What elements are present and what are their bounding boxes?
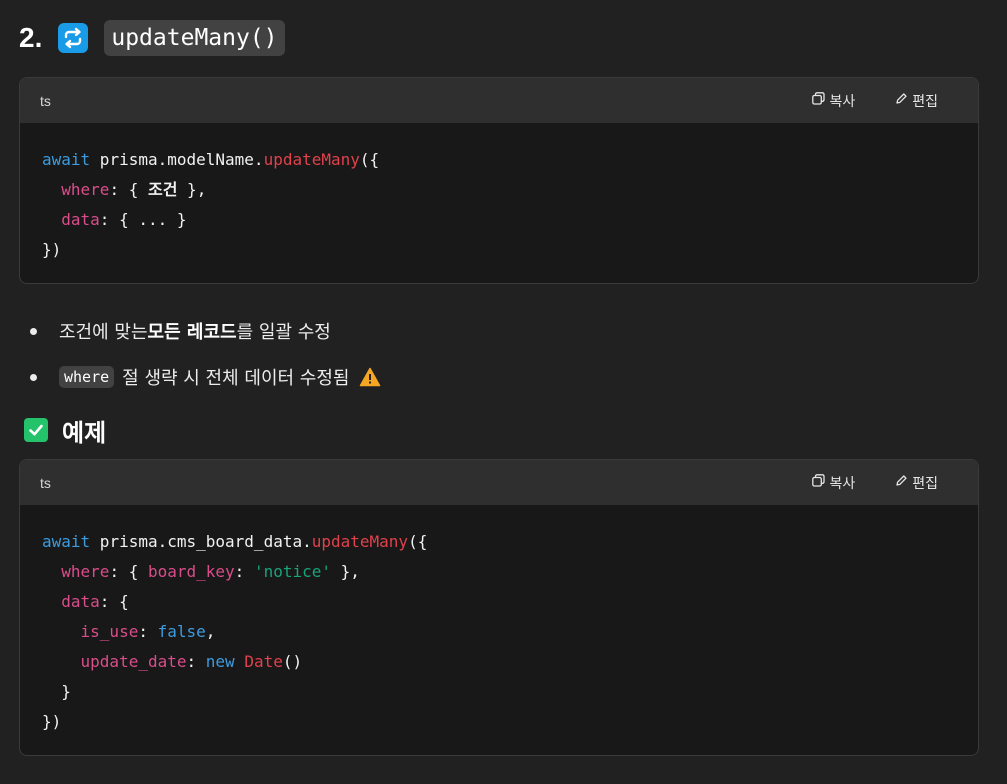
code-line: where: { 조건 }, (61, 180, 207, 199)
code-line: }) (42, 240, 62, 259)
edit-button[interactable]: 편집 (895, 91, 938, 111)
bullet-list: 조건에 맞는 모든 레코드 를 일괄 수정 where 절 생략 시 전체 데이터… (30, 308, 381, 400)
code-block-header: ts 복사 편집 (20, 460, 978, 505)
pencil-icon (895, 474, 908, 491)
code-block-header: ts 복사 편집 (20, 78, 978, 123)
code-block-example: ts 복사 편집 await prisma.cms_board_data.upd… (19, 459, 979, 756)
pencil-icon (895, 92, 908, 109)
copy-label: 복사 (829, 475, 856, 492)
code-line: where: { board_key: 'notice' }, (61, 562, 360, 581)
code-line: await prisma.modelName.updateMany({ (42, 150, 380, 169)
list-item: where 절 생략 시 전체 데이터 수정됨 (30, 354, 381, 400)
code-line: data: { ... } (61, 210, 187, 229)
inline-code: where (59, 366, 115, 388)
code-language-label: ts (40, 92, 51, 109)
repeat-arrows-icon (58, 23, 89, 53)
check-mark-icon (24, 418, 48, 442)
bullet-dot (30, 327, 37, 335)
code-line: } (42, 682, 71, 701)
edit-label: 편집 (912, 475, 938, 492)
code-line: }) (42, 712, 62, 731)
code-line: update_date: new Date() (80, 652, 303, 671)
section-heading: 2. updateMany() (19, 18, 285, 58)
copy-icon (812, 92, 826, 109)
code-content: await prisma.modelName.updateMany({ wher… (20, 123, 978, 265)
code-line: await prisma.cms_board_data.updateMany({ (42, 532, 428, 551)
section-number: 2. (19, 22, 43, 53)
warning-icon (359, 367, 381, 387)
bullet-dot (30, 373, 37, 381)
copy-label: 복사 (829, 93, 856, 110)
copy-icon (812, 474, 826, 491)
code-language-label: ts (40, 474, 51, 491)
edit-label: 편집 (912, 93, 938, 110)
code-line: data: { (61, 592, 129, 611)
copy-button[interactable]: 복사 (812, 473, 855, 493)
copy-button[interactable]: 복사 (812, 91, 855, 111)
example-heading: 예제 (24, 414, 107, 447)
code-content: await prisma.cms_board_data.updateMany({… (20, 505, 978, 737)
edit-button[interactable]: 편집 (895, 473, 938, 493)
section-code-title: updateMany() (104, 20, 285, 56)
list-item: 조건에 맞는 모든 레코드 를 일괄 수정 (30, 308, 381, 354)
example-title: 예제 (62, 418, 107, 447)
code-block-syntax: ts 복사 편집 await prisma.modelName.updateMa… (19, 77, 979, 284)
code-line: is_use: false, (80, 622, 216, 641)
